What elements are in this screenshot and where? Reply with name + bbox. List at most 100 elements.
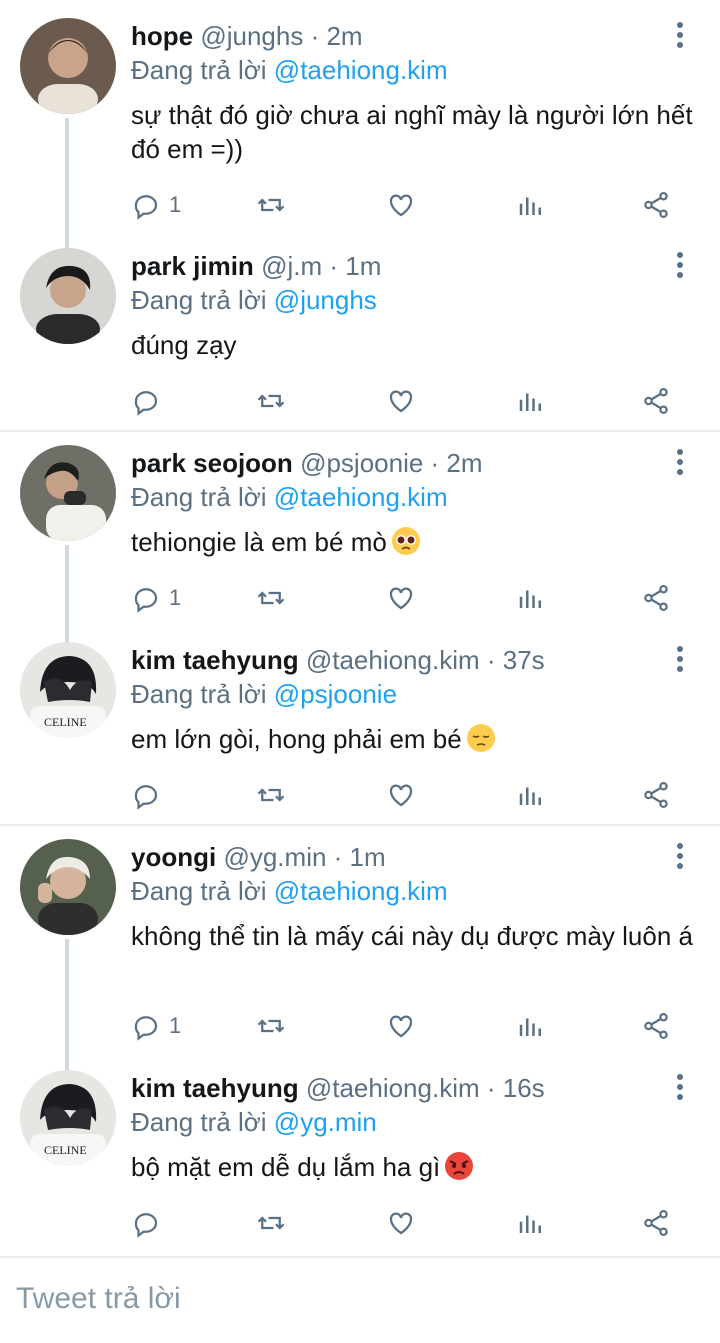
tweet-header: park seojoon @psjoonie · 2m bbox=[131, 447, 483, 479]
heart-icon bbox=[389, 784, 413, 807]
handle[interactable]: @junghs bbox=[200, 21, 303, 51]
replying-to-mention[interactable]: @taehiong.kim bbox=[274, 55, 448, 85]
more-options-icon[interactable] bbox=[668, 22, 692, 52]
reply-input-placeholder[interactable]: Tweet trả lời bbox=[16, 1282, 181, 1316]
avatar[interactable] bbox=[20, 445, 116, 541]
more-options-icon[interactable] bbox=[668, 843, 692, 873]
retweet-button[interactable] bbox=[256, 381, 286, 421]
heart-icon bbox=[389, 1015, 413, 1038]
display-name[interactable]: yoongi bbox=[131, 842, 216, 872]
avatar[interactable] bbox=[20, 18, 116, 114]
replying-to-label: Đang trả lời bbox=[131, 1107, 267, 1137]
reply-button[interactable]: 1 bbox=[131, 1006, 181, 1046]
reply-count: 1 bbox=[169, 192, 182, 217]
timestamp: 2m bbox=[326, 21, 363, 51]
stats-button[interactable] bbox=[516, 185, 546, 225]
retweet-icon bbox=[257, 1019, 285, 1033]
replying-to-mention[interactable]: @taehiong.kim bbox=[274, 482, 448, 512]
reply-icon bbox=[134, 195, 158, 220]
timestamp: 16s bbox=[502, 1073, 545, 1103]
reply-icon bbox=[134, 785, 158, 810]
stats-icon bbox=[519, 1215, 541, 1233]
retweet-icon bbox=[257, 788, 285, 802]
like-button[interactable] bbox=[386, 1203, 416, 1243]
pensive-face-emoji bbox=[466, 724, 495, 752]
replying-to: Đang trả lời @taehiong.kim bbox=[131, 875, 448, 907]
display-name[interactable]: park jimin bbox=[131, 251, 254, 281]
handle[interactable]: @yg.min bbox=[223, 842, 326, 872]
replying-to-mention[interactable]: @psjoonie bbox=[274, 679, 397, 709]
tweet-header: kim taehyung @taehiong.kim · 16s bbox=[131, 1072, 545, 1104]
display-name[interactable]: park seojoon bbox=[131, 448, 293, 478]
retweet-button[interactable] bbox=[256, 1203, 286, 1243]
reply-button[interactable]: 1 bbox=[131, 578, 181, 618]
more-options-icon[interactable] bbox=[668, 449, 692, 479]
share-button[interactable] bbox=[641, 381, 671, 421]
stats-icon bbox=[519, 197, 541, 215]
stats-button[interactable] bbox=[516, 578, 546, 618]
stats-button[interactable] bbox=[516, 381, 546, 421]
tweet-text-content: sự thật đó giờ chưa ai nghĩ mày là người… bbox=[131, 100, 693, 164]
like-button[interactable] bbox=[386, 578, 416, 618]
share-button[interactable] bbox=[641, 578, 671, 618]
avatar[interactable]: CELINE bbox=[20, 642, 116, 738]
share-button[interactable] bbox=[641, 1006, 671, 1046]
tweet-text-content: tehiongie là em bé mò bbox=[131, 527, 387, 557]
reply-button[interactable]: 1 bbox=[131, 185, 181, 225]
avatar[interactable] bbox=[20, 248, 116, 344]
separator: · bbox=[423, 448, 447, 478]
display-name[interactable]: kim taehyung bbox=[131, 645, 299, 675]
replying-to-label: Đang trả lời bbox=[131, 876, 267, 906]
like-button[interactable] bbox=[386, 1006, 416, 1046]
retweet-button[interactable] bbox=[256, 775, 286, 815]
timestamp: 1m bbox=[349, 842, 386, 872]
replying-to-mention[interactable]: @yg.min bbox=[274, 1107, 377, 1137]
reply-count: 1 bbox=[169, 1013, 182, 1038]
heart-icon bbox=[389, 587, 413, 610]
more-options-icon[interactable] bbox=[668, 252, 692, 282]
replying-to-mention[interactable]: @junghs bbox=[274, 285, 377, 315]
share-button[interactable] bbox=[641, 775, 671, 815]
heart-icon bbox=[389, 390, 413, 413]
stats-button[interactable] bbox=[516, 1006, 546, 1046]
reply-button[interactable] bbox=[131, 1203, 169, 1243]
retweet-button[interactable] bbox=[256, 1006, 286, 1046]
share-icon bbox=[644, 388, 668, 414]
replying-to: Đang trả lời @taehiong.kim bbox=[131, 481, 448, 513]
handle[interactable]: @j.m bbox=[261, 251, 322, 281]
avatar[interactable]: CELINE bbox=[20, 1070, 116, 1166]
timestamp: 1m bbox=[345, 251, 382, 281]
retweet-icon bbox=[257, 394, 285, 408]
replying-to-mention[interactable]: @taehiong.kim bbox=[274, 876, 448, 906]
reply-button[interactable] bbox=[131, 775, 169, 815]
retweet-button[interactable] bbox=[256, 578, 286, 618]
tweet-actions bbox=[131, 775, 691, 815]
separator: · bbox=[479, 645, 503, 675]
avatar[interactable] bbox=[20, 839, 116, 935]
like-button[interactable] bbox=[386, 381, 416, 421]
like-button[interactable] bbox=[386, 775, 416, 815]
replying-to-label: Đang trả lời bbox=[131, 482, 267, 512]
retweet-button[interactable] bbox=[256, 185, 286, 225]
like-button[interactable] bbox=[386, 185, 416, 225]
handle[interactable]: @taehiong.kim bbox=[306, 1073, 480, 1103]
share-button[interactable] bbox=[641, 185, 671, 225]
handle[interactable]: @psjoonie bbox=[300, 448, 423, 478]
svg-text:CELINE: CELINE bbox=[44, 715, 87, 729]
more-options-icon[interactable] bbox=[668, 1074, 692, 1104]
reply-button[interactable] bbox=[131, 381, 169, 421]
thread-line bbox=[65, 118, 69, 250]
stats-button[interactable] bbox=[516, 775, 546, 815]
display-name[interactable]: kim taehyung bbox=[131, 1073, 299, 1103]
separator: · bbox=[479, 1073, 503, 1103]
handle[interactable]: @taehiong.kim bbox=[306, 645, 480, 675]
share-button[interactable] bbox=[641, 1203, 671, 1243]
display-name[interactable]: hope bbox=[131, 21, 193, 51]
share-icon bbox=[644, 1210, 668, 1236]
reply-composer[interactable]: Tweet trả lời bbox=[0, 1256, 720, 1343]
tweet-text: đúng zạy bbox=[131, 328, 706, 362]
more-options-icon[interactable] bbox=[668, 646, 692, 676]
tweet-text: tehiongie là em bé mò bbox=[131, 525, 706, 559]
retweet-icon bbox=[257, 198, 285, 212]
stats-button[interactable] bbox=[516, 1203, 546, 1243]
